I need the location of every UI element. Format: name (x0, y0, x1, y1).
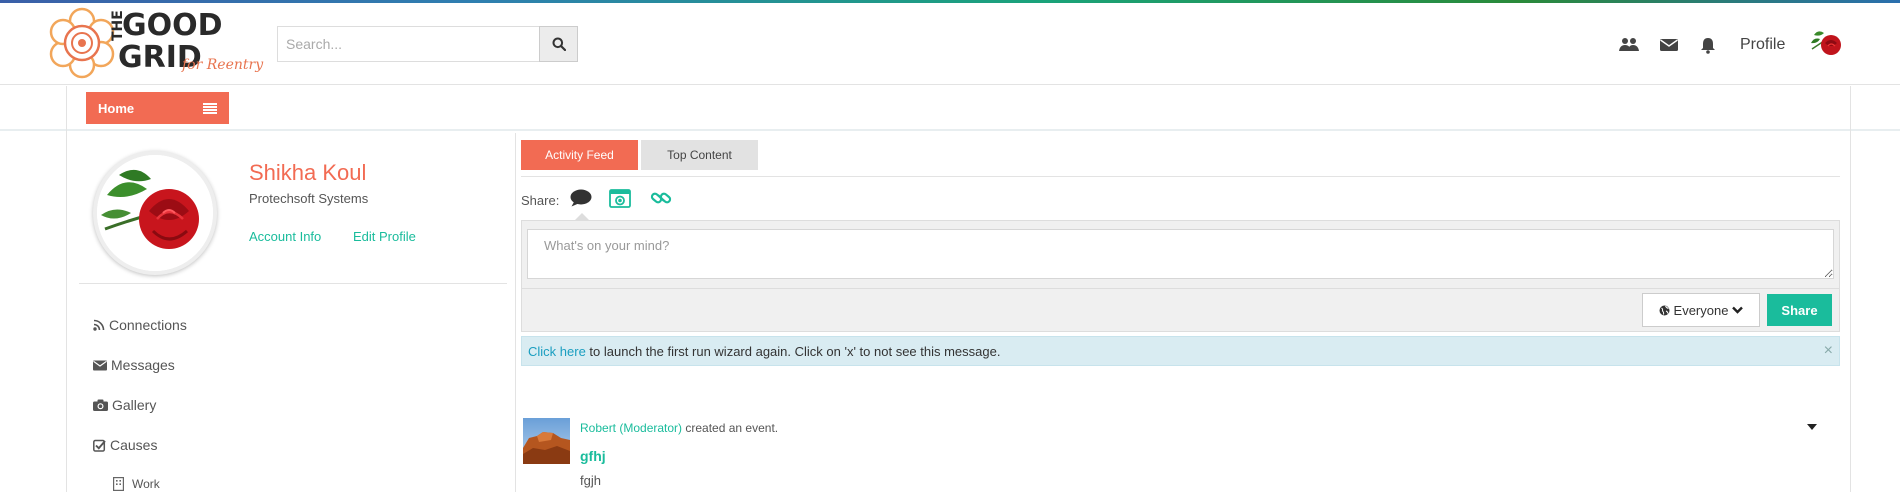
post-action: created an event. (682, 421, 779, 435)
share-link-button[interactable] (648, 186, 674, 210)
share-indicator-caret (575, 213, 589, 220)
tab-activity-feed[interactable]: Activity Feed (521, 140, 638, 170)
content-border-right (1850, 86, 1851, 492)
share-label: Share: (521, 193, 560, 208)
privacy-label: Everyone (1673, 302, 1729, 318)
comment-icon (570, 189, 592, 207)
photo-icon (609, 188, 631, 208)
canyon-photo-icon (523, 418, 570, 464)
sidebar-subitem-work[interactable]: Work (113, 477, 160, 491)
tab-underline (521, 176, 1840, 177)
check-square-icon (93, 439, 106, 452)
share-post-button[interactable]: Share (1767, 294, 1832, 326)
sidebar-item-label: Connections (109, 317, 187, 333)
post-body: fgjh (580, 473, 601, 488)
post-meta: Robert (Moderator) created an event. (580, 421, 778, 435)
wizard-message: to launch the first run wizard again. Cl… (585, 343, 1001, 359)
rss-icon (93, 319, 105, 331)
sidebar-item-messages[interactable]: Messages (93, 357, 175, 373)
edit-profile-link[interactable]: Edit Profile (353, 229, 416, 244)
notifications-button[interactable] (1698, 35, 1718, 55)
rose-avatar-icon (1811, 31, 1841, 55)
home-menu-button[interactable]: Home (86, 92, 229, 124)
account-info-link[interactable]: Account Info (249, 229, 321, 244)
search-button[interactable] (539, 26, 578, 62)
svg-text:for Reentry: for Reentry (181, 57, 264, 73)
column-divider (515, 133, 516, 492)
envelope-icon (93, 360, 107, 370)
nav-bar (0, 86, 1900, 131)
search-input[interactable] (277, 26, 539, 62)
sidebar-item-connections[interactable]: Connections (93, 317, 187, 333)
rose-photo-icon (97, 155, 213, 271)
building-icon (113, 477, 124, 491)
sidebar-item-label: Gallery (112, 397, 157, 413)
sidebar-subitem-label: Work (132, 477, 160, 491)
post-title-link[interactable]: gfhj (580, 448, 606, 464)
post-composer: Everyone Share (521, 220, 1840, 332)
connections-button[interactable] (1619, 35, 1639, 55)
link-icon (650, 192, 672, 204)
composer-divider (522, 288, 1839, 289)
svg-text:GOOD: GOOD (122, 8, 223, 43)
sidebar-item-label: Causes (110, 437, 158, 453)
sidebar-item-gallery[interactable]: Gallery (93, 397, 156, 413)
profile-name[interactable]: Shikha Koul (249, 160, 366, 186)
messages-button[interactable] (1659, 35, 1679, 55)
camera-icon (93, 399, 108, 411)
profile-link[interactable]: Profile (1740, 36, 1785, 54)
content-border-left (66, 86, 67, 492)
post-textarea[interactable] (527, 229, 1834, 279)
profile-company: Protechsoft Systems (249, 191, 369, 206)
users-icon (1619, 38, 1639, 51)
header-search (277, 26, 578, 62)
chevron-down-icon (1732, 306, 1744, 314)
post-author-link[interactable]: Robert (Moderator) (580, 421, 682, 435)
search-icon (552, 37, 566, 51)
share-status-button[interactable] (568, 186, 594, 210)
wizard-link[interactable]: Click here (528, 344, 586, 359)
profile-divider (79, 283, 507, 284)
privacy-dropdown[interactable]: Everyone (1642, 293, 1760, 327)
home-label: Home (98, 100, 135, 116)
flower-logo-icon: THE GOOD GRID for Reentry (49, 7, 264, 79)
tab-top-content[interactable]: Top Content (641, 140, 758, 170)
globe-icon (1659, 305, 1670, 315)
post-author-avatar[interactable] (523, 418, 570, 464)
envelope-icon (1660, 39, 1678, 51)
hamburger-icon (203, 102, 217, 114)
close-icon[interactable]: × (1824, 343, 1833, 359)
site-header: THE GOOD GRID for Reentry P (0, 3, 1900, 85)
profile-avatar[interactable] (93, 151, 217, 275)
sidebar-item-causes[interactable]: Causes (93, 437, 157, 453)
header-avatar[interactable] (1808, 25, 1844, 61)
bell-icon (1701, 37, 1715, 54)
wizard-alert: Click here to launch the first run wizar… (521, 336, 1840, 366)
post-options-caret[interactable] (1807, 424, 1817, 430)
sidebar-item-label: Messages (111, 357, 175, 373)
share-photo-button[interactable] (607, 186, 633, 210)
site-logo[interactable]: THE GOOD GRID for Reentry (46, 5, 266, 81)
